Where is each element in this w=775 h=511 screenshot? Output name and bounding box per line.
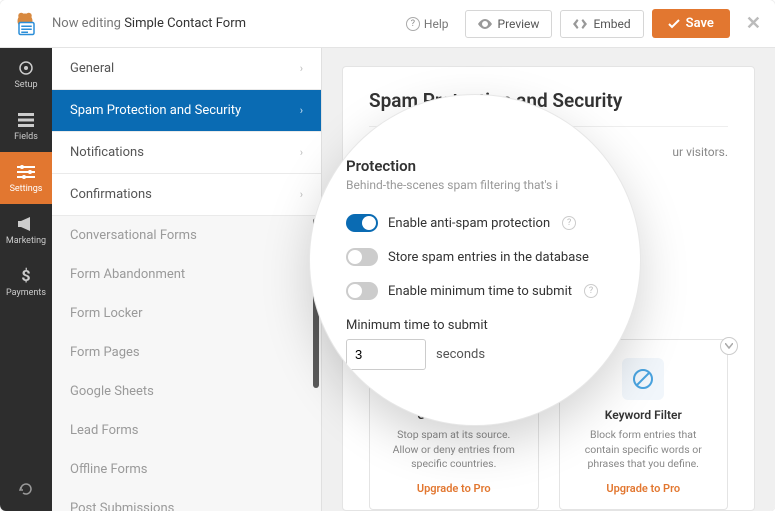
min-time-unit: seconds [436,347,485,362]
toggle-label: Enable anti-spam protection [388,216,550,231]
sidebar-item-abandonment[interactable]: Form Abandonment [52,255,321,294]
sidebar-item-sheets[interactable]: Google Sheets [52,372,321,411]
rail-setup[interactable]: Setup [0,48,52,100]
help-icon[interactable]: ? [562,216,576,230]
chevron-right-icon: › [300,62,303,75]
rail-undo[interactable] [0,467,52,511]
check-icon [668,19,680,29]
left-rail: Setup Fields Settings Marketing $ Paymen… [0,48,52,511]
rail-settings[interactable]: Settings [0,152,52,204]
now-editing: Now editing Simple Contact Form [52,16,246,31]
collapse-toggle[interactable] [720,337,738,355]
sidebar-item-spam[interactable]: Spam Protection and Security› [52,90,321,132]
ban-icon [622,358,664,400]
embed-button[interactable]: Embed [560,10,643,38]
settings-sidebar: General› Spam Protection and Security› N… [52,48,322,511]
help-icon[interactable]: ? [584,284,598,298]
upgrade-link[interactable]: Upgrade to Pro [574,482,714,495]
sliders-icon [17,163,35,181]
min-time-input[interactable] [346,339,426,370]
sidebar-item-leads[interactable]: Lead Forms [52,411,321,450]
toggle-store-spam[interactable] [346,248,378,266]
card-title: Keyword Filter [574,408,714,422]
toggle-antispam[interactable] [346,214,378,232]
embed-icon [573,19,587,29]
toggle-row-store-spam: Store spam entries in the database [346,240,604,274]
chevron-right-icon: › [300,104,303,117]
preview-button[interactable]: Preview [465,10,553,38]
toggle-row-antispam: Enable anti-spam protection ? [346,206,604,240]
rail-fields[interactable]: Fields [0,100,52,152]
sidebar-item-confirmations[interactable]: Confirmations› [52,174,321,216]
rail-payments[interactable]: $ Payments [0,256,52,308]
chevron-right-icon: › [300,188,303,201]
undo-icon [18,481,34,497]
upgrade-link[interactable]: Upgrade to Pro [384,482,524,495]
protection-heading: Protection [346,157,604,175]
sidebar-item-locker[interactable]: Form Locker [52,294,321,333]
sidebar-item-notifications[interactable]: Notifications› [52,132,321,174]
sidebar-item-offline[interactable]: Offline Forms [52,450,321,489]
toggle-label: Store spam entries in the database [388,250,589,265]
form-name[interactable]: Simple Contact Form [124,16,246,31]
topbar: Now editing Simple Contact Form ? Help P… [0,0,775,48]
sidebar-item-conversational[interactable]: Conversational Forms [52,216,321,255]
save-button[interactable]: Save [652,9,730,38]
fields-icon [17,111,35,129]
help-link[interactable]: ? Help [398,11,457,37]
gear-icon [17,59,35,77]
toggle-row-min-time: Enable minimum time to submit ? [346,274,604,308]
rail-marketing[interactable]: Marketing [0,204,52,256]
sidebar-item-general[interactable]: General› [52,48,321,90]
close-icon[interactable]: ✕ [746,13,761,34]
card-desc: Stop spam at its source. Allow or deny e… [384,428,524,472]
megaphone-icon [17,215,35,233]
sidebar-item-pages[interactable]: Form Pages [52,333,321,372]
dollar-icon: $ [17,267,35,285]
help-icon: ? [406,17,420,31]
wpforms-logo [8,7,42,41]
sidebar-item-post-submissions[interactable]: Post Submissions [52,489,321,511]
protection-subheading: Behind-the-scenes spam filtering that's … [346,178,604,192]
magnifier-lens: Protection Behind-the-scenes spam filter… [310,95,640,425]
eye-icon [478,19,492,29]
chevron-right-icon: › [300,146,303,159]
chevron-down-icon [725,343,733,349]
toggle-label: Enable minimum time to submit [388,284,572,299]
toggle-min-time[interactable] [346,282,378,300]
min-time-label: Minimum time to submit [346,318,604,333]
card-desc: Block form entries that contain specific… [574,428,714,472]
